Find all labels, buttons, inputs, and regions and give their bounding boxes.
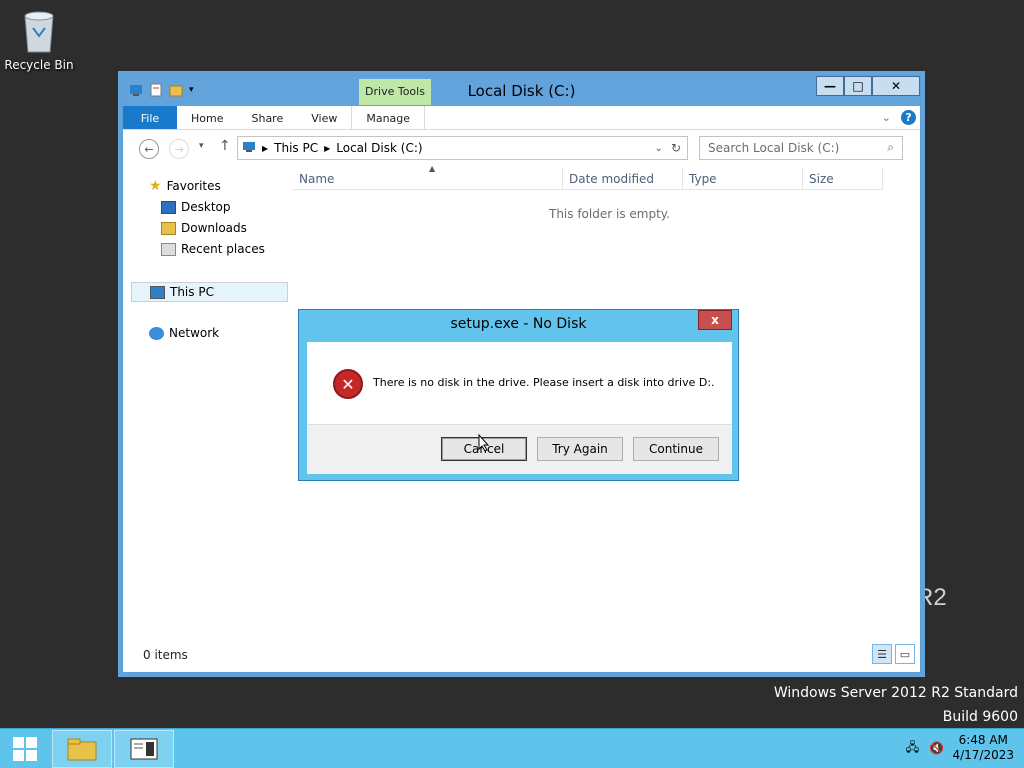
sort-ascending-icon: ▲	[429, 164, 436, 173]
address-row: ← → ▾ ↑ ▶ This PC ▶ Local Disk (C:) ⌄ ↻ …	[123, 131, 920, 165]
nav-recent-label: Recent places	[181, 242, 265, 256]
edition-watermark: Windows Server 2012 R2 Standard	[773, 685, 1018, 701]
dialog-message-area: ✕ There is no disk in the drive. Please …	[307, 342, 732, 424]
clock-time: 6:48 AM	[958, 733, 1008, 747]
tab-file[interactable]: File	[123, 106, 177, 129]
mouse-cursor-icon	[478, 433, 490, 455]
clock-date: 4/17/2023	[952, 748, 1014, 762]
column-size[interactable]: Size	[803, 168, 883, 189]
column-type[interactable]: Type	[683, 168, 803, 189]
tab-manage[interactable]: Manage	[351, 106, 426, 129]
nav-favorites-label: Favorites	[166, 179, 221, 193]
system-tray: 🖧 🔇 6:48 AM 4/17/2023	[904, 733, 1014, 763]
details-view-icon[interactable]: ☰	[872, 644, 892, 664]
start-button[interactable]	[0, 729, 50, 768]
ribbon-tabs: File Home Share View Manage ⌄ ?	[123, 106, 920, 130]
breadcrumb-this-pc[interactable]: This PC	[274, 141, 318, 155]
minimize-button[interactable]: —	[816, 76, 844, 96]
expand-ribbon-icon[interactable]: ⌄	[882, 111, 891, 124]
this-pc-icon	[150, 285, 165, 299]
recycle-bin-icon	[19, 6, 59, 56]
maximize-button[interactable]: □	[844, 76, 872, 96]
build-watermark: Build 9600	[942, 709, 1018, 725]
refresh-icon[interactable]: ↻	[671, 141, 681, 155]
forward-button[interactable]: →	[169, 139, 189, 159]
nav-this-pc-label: This PC	[170, 285, 214, 299]
nav-desktop[interactable]: Desktop	[161, 197, 231, 217]
address-dropdown-icon[interactable]: ⌄	[655, 143, 663, 154]
column-name[interactable]: Name ▲	[293, 164, 563, 189]
breadcrumb-separator-icon[interactable]: ▶	[324, 144, 330, 153]
star-icon: ★	[149, 178, 162, 194]
taskbar-file-explorer[interactable]	[52, 730, 112, 768]
up-button[interactable]: ↑	[219, 138, 231, 154]
dialog-title: setup.exe - No Disk	[450, 316, 587, 332]
taskbar: 🖧 🔇 6:48 AM 4/17/2023	[0, 728, 1024, 768]
this-pc-icon	[242, 141, 256, 156]
nav-recent-places[interactable]: Recent places	[161, 239, 265, 259]
dialog-body: ✕ There is no disk in the drive. Please …	[307, 342, 732, 474]
window-controls: — □ ✕	[816, 76, 920, 96]
breadcrumb-separator-icon[interactable]: ▶	[262, 144, 268, 153]
nav-downloads[interactable]: Downloads	[161, 218, 247, 238]
view-switcher: ☰ ▭	[872, 644, 915, 664]
try-again-button[interactable]: Try Again	[537, 437, 623, 461]
nav-network-label: Network	[169, 326, 220, 340]
nav-network[interactable]: Network	[149, 323, 219, 343]
tab-home[interactable]: Home	[177, 106, 237, 129]
clock[interactable]: 6:48 AM 4/17/2023	[952, 733, 1014, 763]
recycle-bin-label: Recycle Bin	[4, 58, 74, 72]
recycle-bin[interactable]: Recycle Bin	[4, 6, 74, 72]
network-status-icon[interactable]: 🖧	[904, 740, 920, 756]
desktop-icon	[161, 200, 176, 214]
close-button[interactable]: ✕	[872, 76, 920, 96]
volume-muted-icon[interactable]: 🔇	[928, 740, 944, 756]
tab-view[interactable]: View	[297, 106, 351, 129]
downloads-icon	[161, 221, 176, 235]
file-explorer-icon	[67, 738, 97, 761]
dialog-close-button[interactable]: x	[698, 310, 732, 330]
server-manager-icon	[130, 738, 158, 760]
search-placeholder: Search Local Disk (C:)	[708, 141, 840, 155]
search-input[interactable]: Search Local Disk (C:) ⌕	[699, 136, 903, 160]
navigation-pane: ★ Favorites Desktop Downloads Recent pla…	[123, 166, 293, 646]
nav-this-pc[interactable]: This PC	[131, 282, 288, 302]
continue-button[interactable]: Continue	[633, 437, 719, 461]
breadcrumb-local-disk[interactable]: Local Disk (C:)	[336, 141, 422, 155]
status-item-count: 0 items	[143, 648, 188, 662]
search-icon[interactable]: ⌕	[887, 140, 894, 155]
window-title: Local Disk (C:)	[467, 82, 576, 100]
large-icons-view-icon[interactable]: ▭	[895, 644, 915, 664]
error-icon: ✕	[333, 369, 363, 399]
back-button[interactable]: ←	[139, 139, 159, 159]
column-name-label: Name	[299, 172, 335, 186]
nav-favorites[interactable]: ★ Favorites	[149, 176, 221, 196]
recent-places-icon	[161, 242, 176, 256]
windows-logo-icon	[13, 737, 37, 761]
file-list-header: Name ▲ Date modified Type Size	[293, 164, 883, 190]
address-bar[interactable]: ▶ This PC ▶ Local Disk (C:) ⌄ ↻	[237, 136, 688, 160]
taskbar-server-manager[interactable]	[114, 730, 174, 768]
dialog-button-area: Cancel Try Again Continue	[307, 424, 732, 474]
tab-share[interactable]: Share	[237, 106, 297, 129]
no-disk-dialog: setup.exe - No Disk x ✕ There is no disk…	[298, 309, 739, 481]
nav-desktop-label: Desktop	[181, 200, 231, 214]
nav-downloads-label: Downloads	[181, 221, 247, 235]
help-icon[interactable]: ?	[901, 110, 916, 125]
explorer-titlebar[interactable]: ▾ Drive Tools Local Disk (C:) — □ ✕	[123, 76, 920, 106]
recent-locations-icon[interactable]: ▾	[199, 141, 204, 151]
dialog-message: There is no disk in the drive. Please in…	[373, 376, 715, 389]
empty-folder-message: This folder is empty.	[549, 207, 670, 221]
network-icon	[149, 326, 164, 340]
column-date-modified[interactable]: Date modified	[563, 168, 683, 189]
